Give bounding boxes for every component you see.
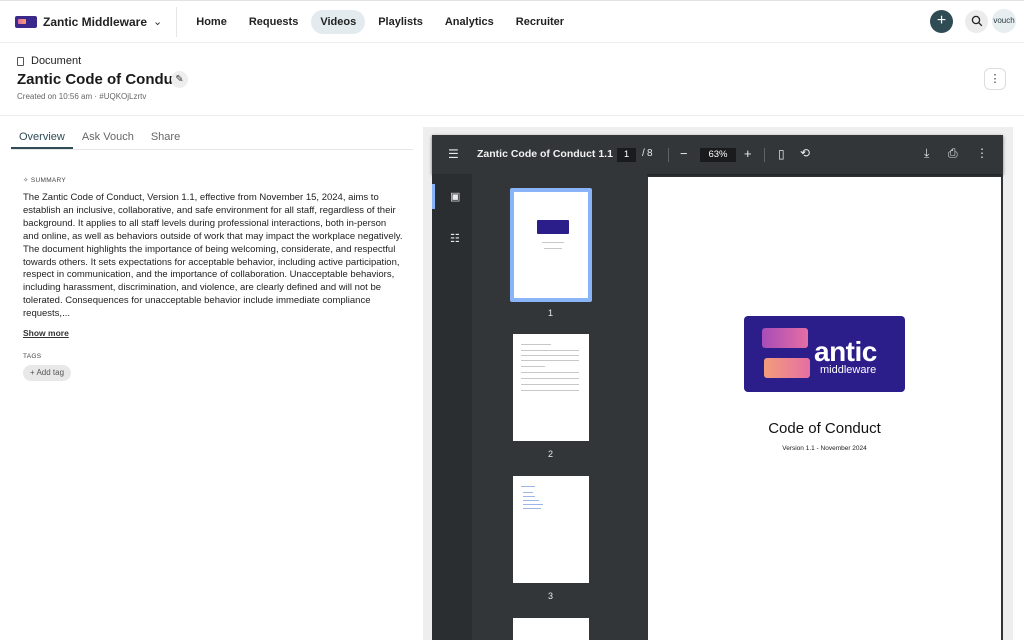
more-options-button[interactable]: ⋮ [984, 68, 1006, 90]
pdf-page-title: Code of Conduct [768, 420, 881, 437]
logo-mark [764, 358, 810, 378]
menu-icon[interactable]: ☰ [448, 147, 459, 161]
thumbnail-number: 2 [548, 449, 554, 459]
brand-name: Zantic Middleware [43, 14, 148, 29]
nav-requests[interactable]: Requests [240, 10, 308, 34]
nav-videos[interactable]: Videos [311, 9, 366, 34]
pdf-toolbar: ☰ Zantic Code of Conduct 1.1 1 / 8 − 63%… [432, 135, 1003, 174]
pdf-page-subtitle: Version 1.1 - November 2024 [782, 445, 867, 452]
tab-ask-vouch[interactable]: Ask Vouch [74, 128, 142, 149]
workspace-switcher[interactable]: Zantic Middleware ⌄ [15, 6, 178, 37]
tags-label: TAGS [23, 353, 42, 360]
active-indicator [432, 184, 435, 209]
search-button[interactable] [965, 9, 988, 33]
thumbnail-line [523, 496, 535, 497]
thumbnail-line [521, 372, 579, 373]
tab-overview[interactable]: Overview [11, 128, 73, 149]
avatar[interactable]: vouch [992, 9, 1016, 33]
thumbnail-page-1[interactable] [510, 188, 592, 302]
doc-type-label: Document [31, 55, 82, 67]
kebab-icon: ⋮ [989, 73, 1001, 85]
show-more-link[interactable]: Show more [23, 328, 69, 338]
thumbnail-line [523, 508, 541, 509]
tab-share[interactable]: Share [143, 128, 188, 149]
thumbnail-line [521, 390, 579, 391]
toolbar-divider [668, 148, 669, 162]
toolbar-divider [764, 148, 765, 162]
kebab-icon[interactable]: ⋮ [976, 146, 988, 160]
zoom-out-icon[interactable]: − [680, 146, 688, 161]
plus-icon: + [30, 368, 35, 377]
plus-icon: + [936, 11, 947, 29]
print-icon[interactable]: ⎙ [948, 146, 958, 161]
pdf-viewer: ☰ Zantic Code of Conduct 1.1 1 / 8 − 63%… [432, 135, 1003, 640]
page-total: 8 [647, 148, 653, 159]
summary-label: ✧ SUMMARY [23, 177, 67, 184]
company-logo: antic middleware [744, 316, 905, 392]
logo-mark [762, 328, 808, 348]
download-icon[interactable]: ⤓ [924, 146, 929, 161]
thumbnail-line [523, 500, 539, 501]
rotate-icon[interactable]: ⟲ [800, 146, 810, 160]
thumbnail-line [523, 504, 543, 505]
pdf-page: antic middleware Code of Conduct Version… [648, 177, 1001, 640]
thumbnails-icon[interactable]: ▣ [450, 190, 460, 203]
edit-title-button[interactable]: ✎ [171, 71, 188, 88]
pdf-title: Zantic Code of Conduct 1.1 [477, 148, 613, 160]
nav-recruiter[interactable]: Recruiter [507, 10, 573, 34]
thumbnail-number: 1 [548, 308, 554, 318]
doc-type: Document [17, 55, 81, 67]
thumbnail-line [542, 242, 564, 243]
thumbnail-line [521, 350, 579, 351]
thumbnail-logo [537, 220, 569, 234]
thumbnail-line [544, 248, 562, 249]
add-tag-button[interactable]: + Add tag [23, 365, 72, 381]
thumbnail-line [521, 486, 535, 487]
thumbnail-line [521, 378, 579, 379]
zoom-input[interactable]: 63% [700, 148, 736, 162]
logo-sub: middleware [820, 364, 877, 376]
thumbnail-line [521, 355, 579, 356]
nav-links: Home Requests Videos Playlists Analytics… [187, 9, 577, 34]
document-icon [17, 56, 24, 66]
pencil-icon: ✎ [175, 74, 184, 85]
summary-text: The Zantic Code of Conduct, Version 1.1,… [23, 192, 403, 320]
tab-bar: Overview Ask Vouch Share [11, 128, 413, 150]
thumbnail-page-2[interactable] [513, 334, 589, 441]
thumbnail-line [521, 366, 545, 367]
chevron-down-icon: ⌄ [153, 16, 163, 28]
page-separator: / [642, 148, 645, 159]
fit-page-icon[interactable]: ▯ [778, 147, 785, 161]
document-header: Document Zantic Code of Conduct ✎ Create… [0, 44, 1024, 116]
zoom-in-icon[interactable]: + [744, 146, 752, 161]
sparkle-icon: ✧ [23, 177, 29, 184]
thumbnail-page-4[interactable] [513, 618, 589, 640]
thumbnail-line [521, 360, 579, 361]
thumbnail-line [521, 384, 579, 385]
brand-logo [15, 15, 37, 28]
thumbnail-page-3[interactable] [513, 476, 589, 583]
nav-home[interactable]: Home [187, 10, 236, 34]
thumbnail-number: 3 [548, 591, 554, 601]
page-number-input[interactable]: 1 [617, 148, 636, 162]
create-button[interactable]: + [930, 9, 953, 33]
thumbnail-line [521, 344, 551, 345]
outline-icon[interactable]: ☷ [450, 232, 460, 245]
search-icon [971, 15, 982, 27]
top-nav: Zantic Middleware ⌄ Home Requests Videos… [0, 0, 1024, 43]
thumbnail-line [523, 492, 533, 493]
doc-meta: Created on 10:56 am · #UQKOjLzrtv [17, 92, 147, 101]
nav-analytics[interactable]: Analytics [436, 10, 503, 34]
page-title: Zantic Code of Conduct [17, 71, 187, 88]
nav-actions: + vouch [930, 9, 1016, 33]
nav-playlists[interactable]: Playlists [369, 10, 432, 34]
